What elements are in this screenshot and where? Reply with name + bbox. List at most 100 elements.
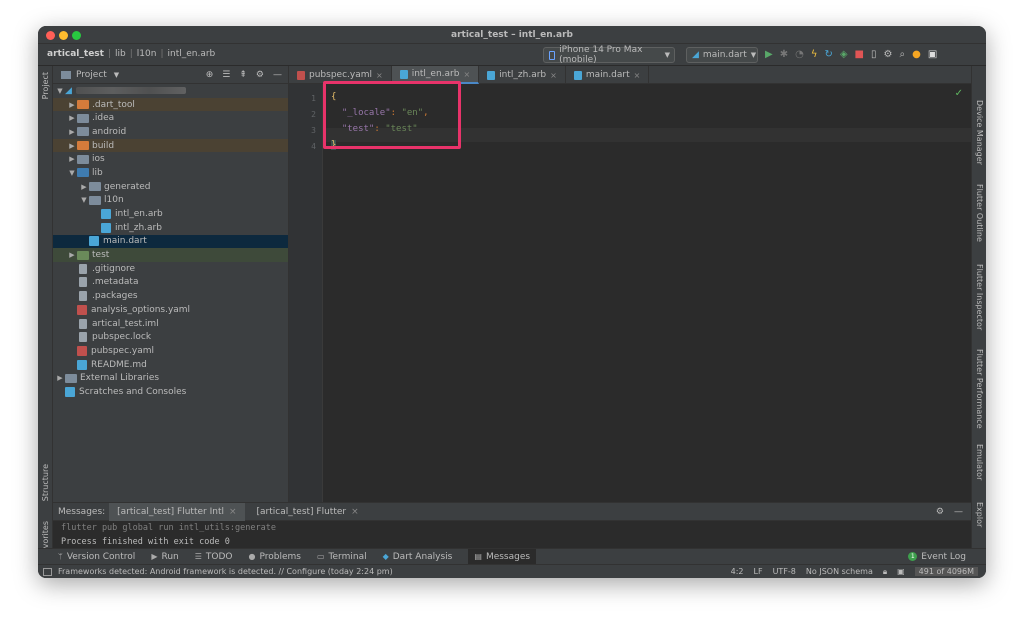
close-icon[interactable]: × — [634, 71, 641, 80]
editor-tab[interactable]: intl_zh.arb × — [479, 66, 566, 84]
debug-icon[interactable]: ✱ — [780, 48, 788, 61]
tree-item-label: .metadata — [92, 277, 139, 288]
lock-icon[interactable]: 🔒︎ — [883, 567, 887, 577]
project-view-selector[interactable]: Project — [76, 70, 107, 80]
hide-panel-icon[interactable]: — — [273, 70, 282, 80]
tree-item-label: External Libraries — [80, 373, 160, 384]
structure-tool-button[interactable]: Structure — [41, 464, 50, 501]
tree-item[interactable]: intl_zh.arb — [53, 221, 288, 235]
chevron-down-icon[interactable]: ▼ — [79, 196, 89, 204]
tree-item[interactable]: ▶ test — [53, 248, 288, 262]
flutter-inspector-tool-button[interactable]: Flutter Inspector — [975, 264, 984, 330]
expand-all-icon[interactable]: ☰ — [222, 70, 230, 80]
breadcrumb-l10n[interactable]: l10n — [137, 49, 157, 59]
update-icon[interactable]: ● — [912, 48, 921, 61]
run-tool-button[interactable]: ▶ Run — [151, 552, 178, 562]
tree-root[interactable]: ▼ ◢ — [53, 84, 288, 98]
tree-item[interactable]: .packages — [53, 289, 288, 303]
tree-item[interactable]: ▼ lib — [53, 166, 288, 180]
dart-analysis-tool-button[interactable]: ◆ Dart Analysis — [383, 552, 453, 562]
hide-panel-icon[interactable]: — — [954, 507, 963, 517]
chevron-right-icon[interactable]: ▶ — [79, 183, 89, 191]
chevron-right-icon[interactable]: ▶ — [67, 101, 77, 109]
tree-item[interactable]: .gitignore — [53, 262, 288, 276]
hot-restart-icon[interactable]: ↻ — [824, 48, 832, 61]
chevron-down-icon[interactable]: ▼ — [67, 169, 77, 177]
line-separator[interactable]: LF — [754, 567, 763, 576]
close-icon[interactable]: × — [351, 507, 359, 517]
tree-item[interactable]: ▼ l10n — [53, 194, 288, 208]
chevron-right-icon[interactable]: ▶ — [67, 142, 77, 150]
chevron-right-icon[interactable]: ▶ — [67, 155, 77, 163]
tree-item[interactable]: analysis_options.yaml — [53, 303, 288, 317]
breadcrumb-file[interactable]: intl_en.arb — [168, 49, 216, 59]
tree-item[interactable]: Scratches and Consoles — [53, 385, 288, 399]
emulator-tool-button[interactable]: Emulator — [975, 444, 984, 480]
event-log-button[interactable]: 1 Event Log — [908, 552, 966, 562]
tree-item[interactable]: ▶ .idea — [53, 111, 288, 125]
device-selector[interactable]: iPhone 14 Pro Max (mobile) ▼ — [543, 45, 675, 65]
tree-item[interactable]: ▶ build — [53, 138, 288, 153]
device-manager-icon[interactable]: ▯ — [871, 48, 877, 61]
file-encoding[interactable]: UTF-8 — [773, 567, 796, 576]
avatar[interactable]: ▣ — [928, 48, 937, 61]
toggle-tool-windows-icon[interactable] — [43, 567, 52, 576]
inspection-ok-icon[interactable]: ✓ — [955, 88, 963, 99]
tree-item[interactable]: pubspec.yaml — [53, 344, 288, 358]
status-message[interactable]: Frameworks detected: Android framework i… — [58, 567, 393, 576]
folder-icon — [77, 154, 89, 164]
stop-icon[interactable]: ■ — [855, 48, 864, 61]
close-icon[interactable]: × — [463, 70, 470, 79]
run-config-selector[interactable]: ◢ main.dart ▼ — [686, 47, 758, 63]
messages-tab-flutter-intl[interactable]: [artical_test] Flutter Intl × — [109, 502, 245, 521]
gear-icon[interactable]: ⚙ — [256, 70, 264, 80]
device-manager-tool-button[interactable]: Device Manager — [975, 100, 984, 165]
close-icon[interactable]: × — [229, 507, 237, 517]
run-icon[interactable]: ▶ — [765, 48, 773, 61]
tree-item[interactable]: ▶ generated — [53, 180, 288, 194]
close-icon[interactable]: × — [376, 71, 383, 80]
tree-item[interactable]: .metadata — [53, 276, 288, 290]
breadcrumb-lib[interactable]: lib — [115, 49, 126, 59]
memory-indicator[interactable]: 491 of 4096M — [914, 567, 978, 576]
chevron-right-icon[interactable]: ▶ — [55, 374, 65, 382]
tree-item[interactable]: intl_en.arb — [53, 207, 288, 221]
gear-icon[interactable]: ⚙ — [936, 507, 944, 517]
chevron-right-icon[interactable]: ▶ — [67, 251, 77, 259]
project-tool-button[interactable]: Project — [41, 72, 50, 99]
messages-tool-button[interactable]: ▤ Messages — [468, 548, 537, 565]
locate-file-icon[interactable]: ⊕ — [206, 70, 214, 80]
flutter-performance-tool-button[interactable]: Flutter Performance — [975, 349, 984, 429]
problems-tool-button[interactable]: ● Problems — [249, 552, 301, 562]
power-save-icon[interactable]: ▣ — [897, 567, 905, 576]
todo-tool-button[interactable]: ☰ TODO — [195, 552, 233, 562]
close-icon[interactable]: × — [550, 71, 557, 80]
tree-item[interactable]: artical_test.iml — [53, 317, 288, 331]
editor-tab[interactable]: main.dart × — [566, 66, 650, 84]
tree-item[interactable]: pubspec.lock — [53, 330, 288, 344]
tree-item[interactable]: README.md — [53, 358, 288, 372]
version-control-tool-button[interactable]: ᛘ Version Control — [58, 552, 135, 562]
messages-console[interactable]: flutter pub global run intl_utils:genera… — [53, 523, 971, 547]
tree-item[interactable]: ▶ ios — [53, 152, 288, 166]
chevron-right-icon[interactable]: ▶ — [67, 128, 77, 136]
collapse-all-icon[interactable]: ⇞ — [239, 70, 247, 80]
tree-item[interactable]: main.dart — [53, 234, 288, 249]
device-file-explorer-tool-button[interactable]: Device File Explor — [975, 502, 986, 548]
tree-item[interactable]: ▶ External Libraries — [53, 371, 288, 385]
terminal-tool-button[interactable]: ▭ Terminal — [317, 552, 367, 562]
tree-item[interactable]: ▶ android — [53, 125, 288, 139]
messages-tab-flutter[interactable]: [artical_test] Flutter × — [249, 503, 367, 521]
profile-icon[interactable]: ◔ — [795, 48, 804, 61]
sdk-manager-icon[interactable]: ⚙ — [884, 48, 893, 61]
flutter-outline-tool-button[interactable]: Flutter Outline — [975, 184, 984, 242]
tree-item[interactable]: ▶ .dart_tool — [53, 97, 288, 112]
hot-reload-icon[interactable]: ϟ — [811, 48, 818, 61]
search-icon[interactable]: ⌕ — [899, 48, 905, 61]
json-schema[interactable]: No JSON schema — [806, 567, 873, 576]
coverage-icon[interactable]: ◈ — [840, 48, 848, 61]
breadcrumb-project[interactable]: artical_test — [47, 49, 104, 59]
chevron-down-icon[interactable]: ▼ — [114, 71, 119, 79]
chevron-right-icon[interactable]: ▶ — [67, 114, 77, 122]
caret-position[interactable]: 4:2 — [731, 567, 744, 576]
